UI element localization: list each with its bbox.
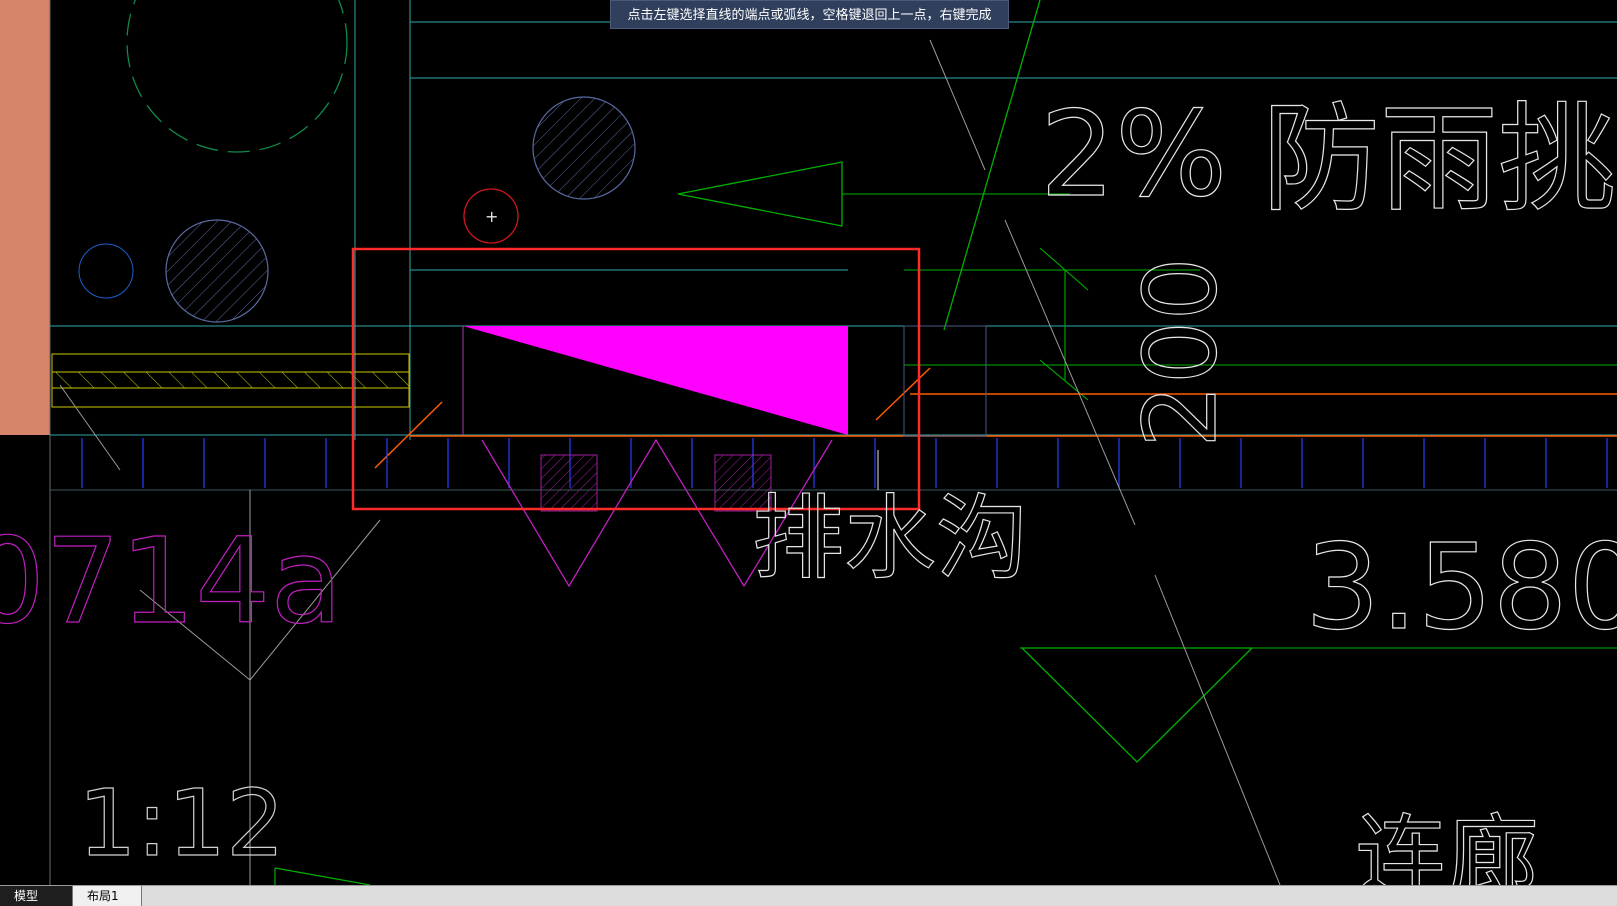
hatched-circle-2 <box>532 96 636 200</box>
scale-label: 1:12 <box>78 770 285 877</box>
code-label: 0714a <box>0 512 343 650</box>
level-triangle <box>1020 647 1254 763</box>
level-label: 3.580 <box>1305 518 1617 656</box>
dimension-200-label: 200 <box>1122 257 1239 448</box>
layout-tab-bar: 模型 布局1 <box>0 885 1617 906</box>
green-arrow <box>677 161 843 227</box>
blue-circle <box>78 243 134 299</box>
tab-model[interactable]: 模型 <box>0 886 72 906</box>
slope-label: 2% <box>1040 85 1227 223</box>
dashed-circle <box>126 0 348 153</box>
hatched-circle <box>165 219 269 323</box>
cad-drawing-canvas[interactable]: + 2% 防雨挑 200 排水沟 3.580 0714a 1:12 连廊 <box>0 0 1617 885</box>
tab-layout1[interactable]: 布局1 <box>72 886 142 906</box>
hatched-square-1 <box>540 454 598 512</box>
blue-ticks <box>81 438 1608 488</box>
corridor-label: 连廊 <box>1355 805 1539 885</box>
cursor-crosshair: + <box>485 207 498 226</box>
wall-section <box>0 0 50 435</box>
command-prompt-tooltip: 点击左键选择直线的端点或弧线，空格键退回上一点，右键完成 <box>610 0 1009 29</box>
drain-label: 排水沟 <box>752 485 1028 592</box>
slope-fill <box>463 326 848 435</box>
canopy-label: 防雨挑板 <box>1262 90 1617 228</box>
